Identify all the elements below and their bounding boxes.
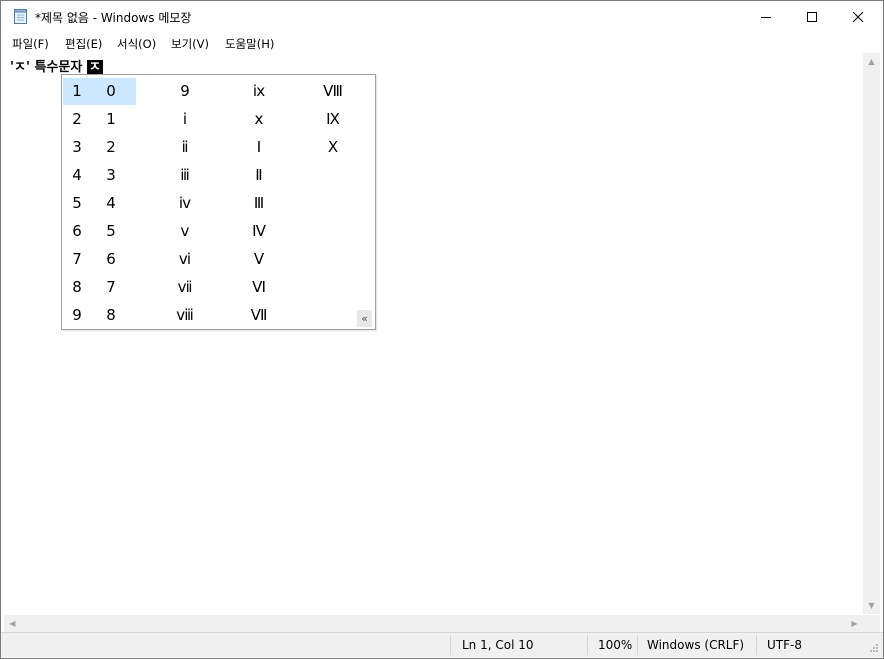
candidate-item[interactable]: Ⅶ [222,301,296,329]
scroll-down-arrow[interactable]: ▼ [863,597,880,614]
minimize-icon [761,17,771,18]
candidate-item[interactable]: 5 [74,217,148,245]
status-position: Ln 1, Col 10 [462,638,534,652]
status-encoding: UTF-8 [767,638,802,652]
candidate-item[interactable]: Ⅱ [222,161,296,189]
status-bar: Ln 1, Col 10 100% Windows (CRLF) UTF-8 [1,632,883,657]
resize-grip-icon[interactable] [867,641,879,653]
editor-text: 'ㅈ' 특수문자 [10,60,87,75]
status-line-ending: Windows (CRLF) [647,638,745,652]
ime-composition: ㅈ [86,60,103,75]
candidate-row: 54ⅳⅢ [62,189,375,217]
candidate-item[interactable]: ⅰ [148,105,222,133]
scroll-right-arrow[interactable]: ▶ [846,615,863,632]
candidate-item[interactable]: 7 [74,273,148,301]
editor-line: 'ㅈ' 특수문자 ㅈ [10,56,103,75]
candidate-item[interactable]: 9 [148,77,222,105]
candidate-item[interactable]: ⅱ [148,133,222,161]
notepad-window: *제목 없음 - Windows 메모장 파일(F) 편집(E) 서식(O) 보… [0,0,884,659]
scroll-up-arrow[interactable]: ▲ [863,53,880,70]
candidate-item[interactable]: Ⅰ [222,133,296,161]
menu-file[interactable]: 파일(F) [12,36,49,52]
status-separator [450,635,451,655]
menu-help[interactable]: 도움말(H) [225,36,274,52]
vertical-scrollbar[interactable]: ▲ ▼ [863,53,880,614]
candidate-item[interactable]: Ⅳ [222,217,296,245]
candidate-item [296,245,370,273]
candidate-item[interactable]: Ⅲ [222,189,296,217]
candidate-row: 65ⅴⅣ [62,217,375,245]
candidate-item[interactable]: 2 [74,133,148,161]
candidate-item[interactable]: Ⅷ [296,77,370,105]
scroll-left-arrow[interactable]: ◀ [4,615,21,632]
candidate-item[interactable]: Ⅴ [222,245,296,273]
status-separator [587,635,588,655]
maximize-icon [807,12,817,22]
menu-edit[interactable]: 편집(E) [65,36,102,52]
candidate-item[interactable]: 6 [74,245,148,273]
candidate-row: 109ⅸⅧ [62,77,375,105]
window-title: *제목 없음 - Windows 메모장 [35,11,192,25]
collapse-candidates-button[interactable]: « [357,310,372,327]
horizontal-scrollbar[interactable]: ◀ ▶ [4,615,863,632]
status-zoom: 100% [598,638,633,652]
menu-format[interactable]: 서식(O) [117,36,156,52]
close-button[interactable] [835,1,881,33]
candidate-item[interactable]: Ⅸ [296,105,370,133]
candidate-item [296,161,370,189]
scrollbar-corner [863,615,880,632]
minimize-button[interactable] [743,1,789,33]
candidate-item[interactable]: 4 [74,189,148,217]
candidate-item [296,273,370,301]
candidate-item[interactable]: ⅶ [148,273,222,301]
status-separator [756,635,757,655]
candidate-row: 32ⅱⅠⅩ [62,133,375,161]
candidate-item[interactable]: ⅲ [148,161,222,189]
candidate-row: 21ⅰⅹⅨ [62,105,375,133]
candidate-item[interactable]: ⅴ [148,217,222,245]
ime-candidate-window: 109ⅸⅧ21ⅰⅹⅨ32ⅱⅠⅩ43ⅲⅡ54ⅳⅢ65ⅴⅣ76ⅵⅤ87ⅶⅥ98ⅷⅦ … [61,74,376,330]
candidate-row: 43ⅲⅡ [62,161,375,189]
candidate-item[interactable]: ⅵ [148,245,222,273]
candidate-item[interactable]: ⅳ [148,189,222,217]
title-bar[interactable]: *제목 없음 - Windows 메모장 [1,1,883,33]
candidate-item[interactable]: Ⅵ [222,273,296,301]
candidate-item[interactable]: Ⅹ [296,133,370,161]
status-separator [637,635,638,655]
candidate-item[interactable]: 3 [74,161,148,189]
menu-bar: 파일(F) 편집(E) 서식(O) 보기(V) 도움말(H) [1,33,883,53]
candidate-item[interactable]: 0 [74,77,148,105]
menu-view[interactable]: 보기(V) [171,36,209,52]
candidate-item[interactable]: 8 [74,301,148,329]
candidate-item[interactable]: ⅷ [148,301,222,329]
candidate-item [296,189,370,217]
maximize-button[interactable] [789,1,835,33]
candidate-item[interactable]: 1 [74,105,148,133]
candidate-item[interactable]: ⅹ [222,105,296,133]
candidate-item[interactable]: ⅸ [222,77,296,105]
notepad-icon[interactable] [13,8,29,25]
candidate-row: 76ⅵⅤ [62,245,375,273]
candidate-row: 98ⅷⅦ [62,301,375,329]
candidate-row: 87ⅶⅥ [62,273,375,301]
candidate-item [296,217,370,245]
close-icon [852,11,864,23]
